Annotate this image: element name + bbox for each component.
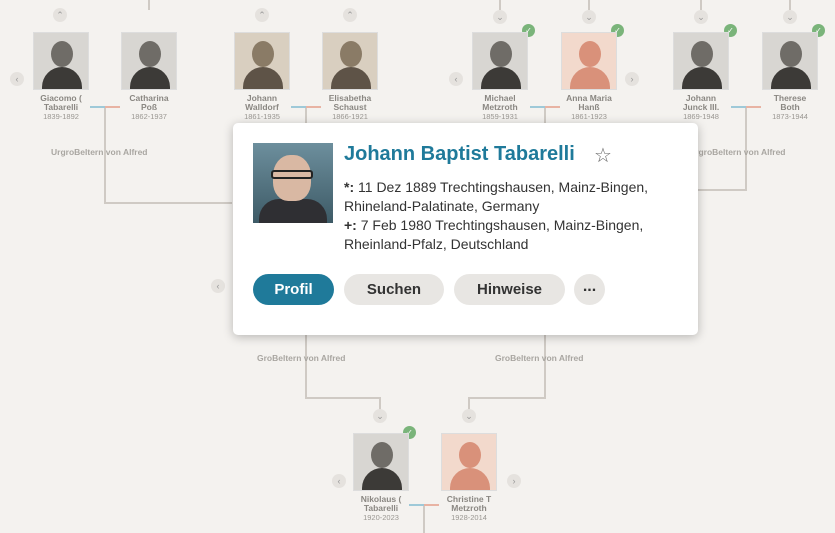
person-name-last: Hanß (578, 102, 600, 112)
expand-up-icon[interactable]: ⌃ (53, 8, 67, 22)
hints-button[interactable]: Hinweise (454, 274, 565, 305)
person-name-last: Tabarelli (363, 503, 399, 513)
expand-down-icon[interactable]: ⌄ (582, 10, 596, 24)
person-name-last: Metzroth (451, 503, 487, 513)
person-name-last: Metzroth (482, 102, 518, 112)
person-photo (472, 32, 528, 90)
person-card[interactable]: Christine T Metzroth 1928-2014 (441, 433, 497, 522)
person-dates: 1861-1935 (244, 112, 280, 121)
search-button[interactable]: Suchen (344, 274, 444, 305)
popup-person-photo (253, 143, 333, 223)
relation-label: UrgroBeltern von Alfred (51, 147, 148, 157)
person-dates: 1873-1944 (772, 112, 808, 121)
person-dates: 1859-1931 (482, 112, 518, 121)
profile-button[interactable]: Profil (253, 274, 334, 305)
person-card[interactable]: Giacomo ( Tabarelli 1839-1892 (33, 32, 89, 121)
person-dates: 1920-2023 (363, 513, 399, 522)
expand-down-icon[interactable]: ⌄ (373, 409, 387, 423)
person-dates: 1928-2014 (451, 513, 487, 522)
relation-label: UrgroBeltern von Alfred (689, 147, 786, 157)
person-name-last: Schaust (333, 102, 367, 112)
person-photo-placeholder (561, 32, 617, 90)
scroll-right-icon[interactable]: › (507, 474, 521, 488)
person-card[interactable]: Johann Walldorf 1861-1935 (234, 32, 290, 121)
person-card[interactable]: Michael Metzroth 1859-1931 (472, 32, 528, 121)
more-options-button[interactable]: ... (574, 274, 605, 305)
popup-life-events: *: 11 Dez 1889 Trechtingshausen, Mainz-B… (344, 178, 674, 254)
person-dates: 1866-1921 (332, 112, 368, 121)
birth-info: *: 11 Dez 1889 Trechtingshausen, Mainz-B… (344, 178, 674, 216)
person-photo (121, 32, 177, 90)
person-dates: 1862-1937 (131, 112, 167, 121)
person-card[interactable]: Nikolaus ( Tabarelli 1920-2023 (353, 433, 409, 522)
expand-up-icon[interactable]: ⌃ (343, 8, 357, 22)
person-name-last: Poß (140, 102, 158, 112)
birth-marker: *: (344, 179, 355, 195)
person-photo (353, 433, 409, 491)
person-photo (322, 32, 378, 90)
person-name-last: Walldorf (245, 102, 279, 112)
person-name-last: Tabarelli (43, 102, 79, 112)
person-card[interactable]: Elisabetha Schaust 1866-1921 (322, 32, 378, 121)
person-photo (33, 32, 89, 90)
scroll-left-icon[interactable]: ‹ (10, 72, 24, 86)
person-photo (762, 32, 818, 90)
person-name-last: Both (780, 102, 800, 112)
expand-down-icon[interactable]: ⌄ (493, 10, 507, 24)
star-icon[interactable]: ☆ (594, 143, 612, 168)
person-popup: Johann Baptist Tabarelli ☆ *: 11 Dez 188… (233, 123, 698, 335)
person-photo (234, 32, 290, 90)
death-marker: +: (344, 217, 357, 233)
person-dates: 1839-1892 (43, 112, 79, 121)
person-dates: 1869-1948 (683, 112, 719, 121)
expand-up-icon[interactable]: ⌃ (255, 8, 269, 22)
person-photo (441, 433, 497, 491)
person-card[interactable]: Johann Junck III. 1869-1948 (673, 32, 729, 121)
scroll-left-icon[interactable]: ‹ (332, 474, 346, 488)
scroll-left-icon[interactable]: ‹ (449, 72, 463, 86)
person-dates: 1861-1923 (571, 112, 607, 121)
expand-down-icon[interactable]: ⌄ (462, 409, 476, 423)
expand-down-icon[interactable]: ⌄ (694, 10, 708, 24)
person-photo (673, 32, 729, 90)
relation-label: GroBeltern von Alfred (495, 353, 584, 363)
scroll-right-icon[interactable]: › (625, 72, 639, 86)
person-card[interactable]: Therese Both 1873-1944 (762, 32, 818, 121)
death-text: 7 Feb 1980 Trechtingshausen, Mainz-Binge… (344, 217, 644, 252)
scroll-left-icon[interactable]: ‹ (211, 279, 225, 293)
popup-person-name[interactable]: Johann Baptist Tabarelli (344, 143, 575, 166)
expand-down-icon[interactable]: ⌄ (783, 10, 797, 24)
relation-label: GroBeltern von Alfred (257, 353, 346, 363)
person-name-last: Junck III. (682, 102, 720, 112)
person-card[interactable]: Catharina Poß 1862-1937 (121, 32, 177, 121)
person-card[interactable]: Anna Maria Hanß 1861-1923 (561, 32, 617, 121)
death-info: +: 7 Feb 1980 Trechtingshausen, Mainz-Bi… (344, 216, 674, 254)
birth-text: 11 Dez 1889 Trechtingshausen, Mainz-Bing… (344, 179, 649, 214)
